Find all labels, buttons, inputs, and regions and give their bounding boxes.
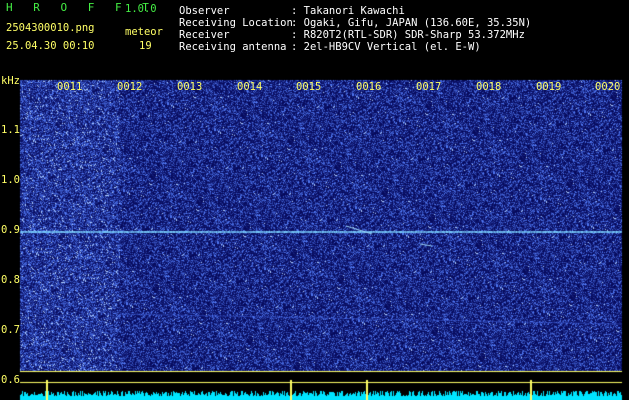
time-tick: 0018 — [476, 81, 502, 93]
receiver-label: Receiver — [179, 29, 230, 41]
time-tick: 0015 — [296, 81, 322, 93]
meteor-label: meteor — [125, 26, 163, 38]
freq-tick: 0.8 — [1, 274, 20, 286]
antenna-value: : 2el-HB9CV Vertical (el. E-W) — [291, 41, 481, 53]
receiver-value: : R820T2(RTL-SDR) SDR-Sharp 53.372MHz — [291, 29, 525, 41]
time-tick: 0020 — [595, 81, 621, 93]
time-tick: 0012 — [117, 81, 143, 93]
time-tick: 0011 — [57, 81, 83, 93]
observer-value: : Takanori Kawachi — [291, 5, 405, 17]
header-panel: H R O F F T 1.0.0 2504300010.png meteor … — [0, 0, 629, 74]
time-tick: 0017 — [416, 81, 442, 93]
filename-label: 2504300010.png — [6, 22, 95, 34]
freq-tick: 1.1 — [1, 124, 20, 136]
location-value: : Ogaki, Gifu, JAPAN (136.60E, 35.35N) — [291, 17, 532, 29]
time-tick: 0019 — [536, 81, 562, 93]
time-tick: 0016 — [356, 81, 382, 93]
location-label: Receiving Location — [179, 17, 293, 29]
time-tick: 0014 — [237, 81, 263, 93]
time-tick: 0013 — [177, 81, 203, 93]
observer-label: Observer — [179, 5, 230, 17]
app-version: 1.0.0 — [125, 3, 157, 15]
freq-tick: 0.6 — [1, 374, 20, 386]
spectrogram-canvas — [0, 74, 629, 400]
unit-label: kHz — [1, 75, 20, 87]
meteor-count: 19 — [139, 40, 152, 52]
freq-tick: 1.0 — [1, 174, 20, 186]
antenna-label: Receiving antenna — [179, 41, 287, 53]
freq-tick: 0.7 — [1, 324, 20, 336]
datetime-label: 25.04.30 00:10 — [6, 40, 95, 52]
freq-tick: 0.9 — [1, 224, 20, 236]
